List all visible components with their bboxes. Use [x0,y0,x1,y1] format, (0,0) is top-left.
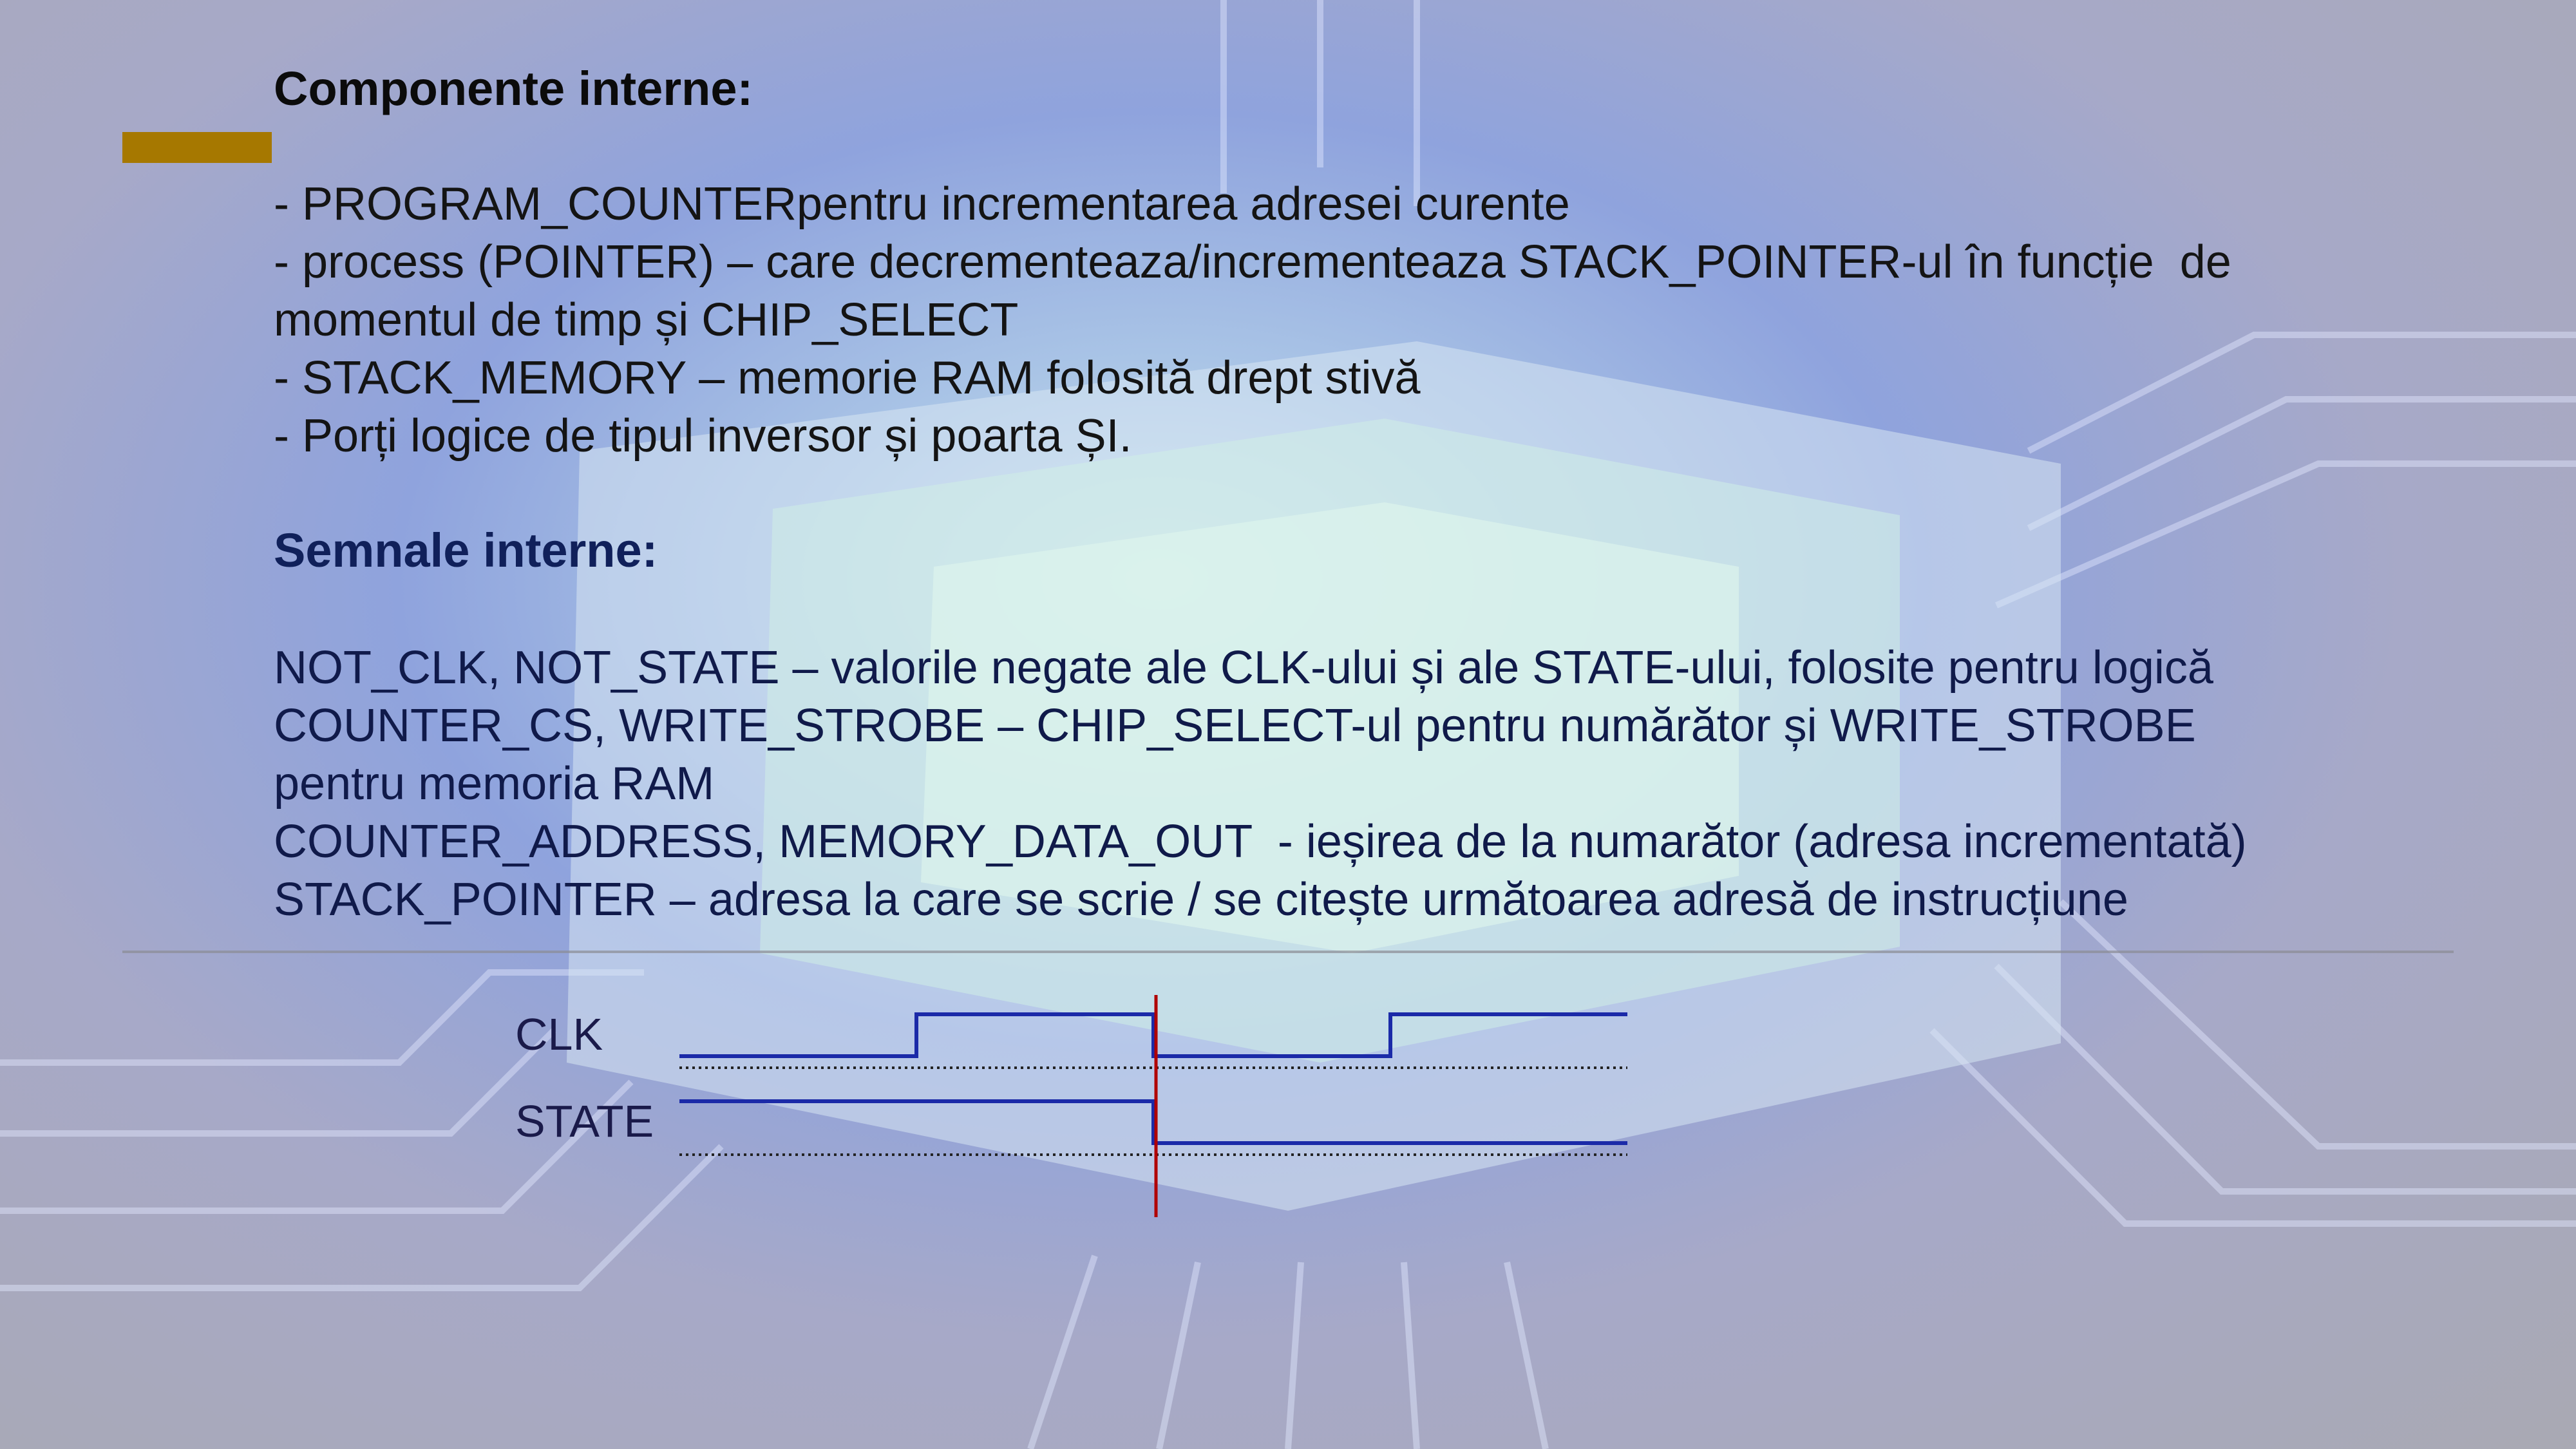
signal-line: STACK_POINTER – adresa la care se scrie … [274,874,2128,925]
component-line: - PROGRAM_COUNTERpentru incrementarea ad… [274,178,1570,230]
waveform-state [679,1099,1627,1145]
signals-heading: Semnale interne: [274,524,658,577]
component-line: - Porți logice de tipul inversor și poar… [274,410,1132,462]
signal-label-state: STATE [515,1096,654,1146]
component-line: - process (POINTER) – care decrementeaza… [274,236,2231,288]
waveform-clk [679,1012,1627,1058]
signals-list: NOT_CLK, NOT_STATE – valorile negate ale… [274,639,2528,929]
signal-line: pentru memoria RAM [274,758,715,810]
slide: Componente interne: - PROGRAM_COUNTERpen… [0,0,2576,1449]
signal-label-clk: CLK [515,1009,603,1059]
divider [122,951,2454,953]
signal-line: NOT_CLK, NOT_STATE – valorile negate ale… [274,642,2213,694]
timing-diagram: CLK STATE [515,995,1627,1217]
components-heading: Componente interne: [274,62,753,115]
signal-line: COUNTER_CS, WRITE_STROBE – CHIP_SELECT-u… [274,700,2196,752]
component-line: - STACK_MEMORY – memorie RAM folosită dr… [274,352,1421,404]
accent-bar [122,132,272,163]
signal-line: COUNTER_ADDRESS, MEMORY_DATA_OUT - ieșir… [274,816,2247,867]
component-line: momentul de timp și CHIP_SELECT [274,294,1019,346]
components-list: - PROGRAM_COUNTERpentru incrementarea ad… [274,175,2399,465]
